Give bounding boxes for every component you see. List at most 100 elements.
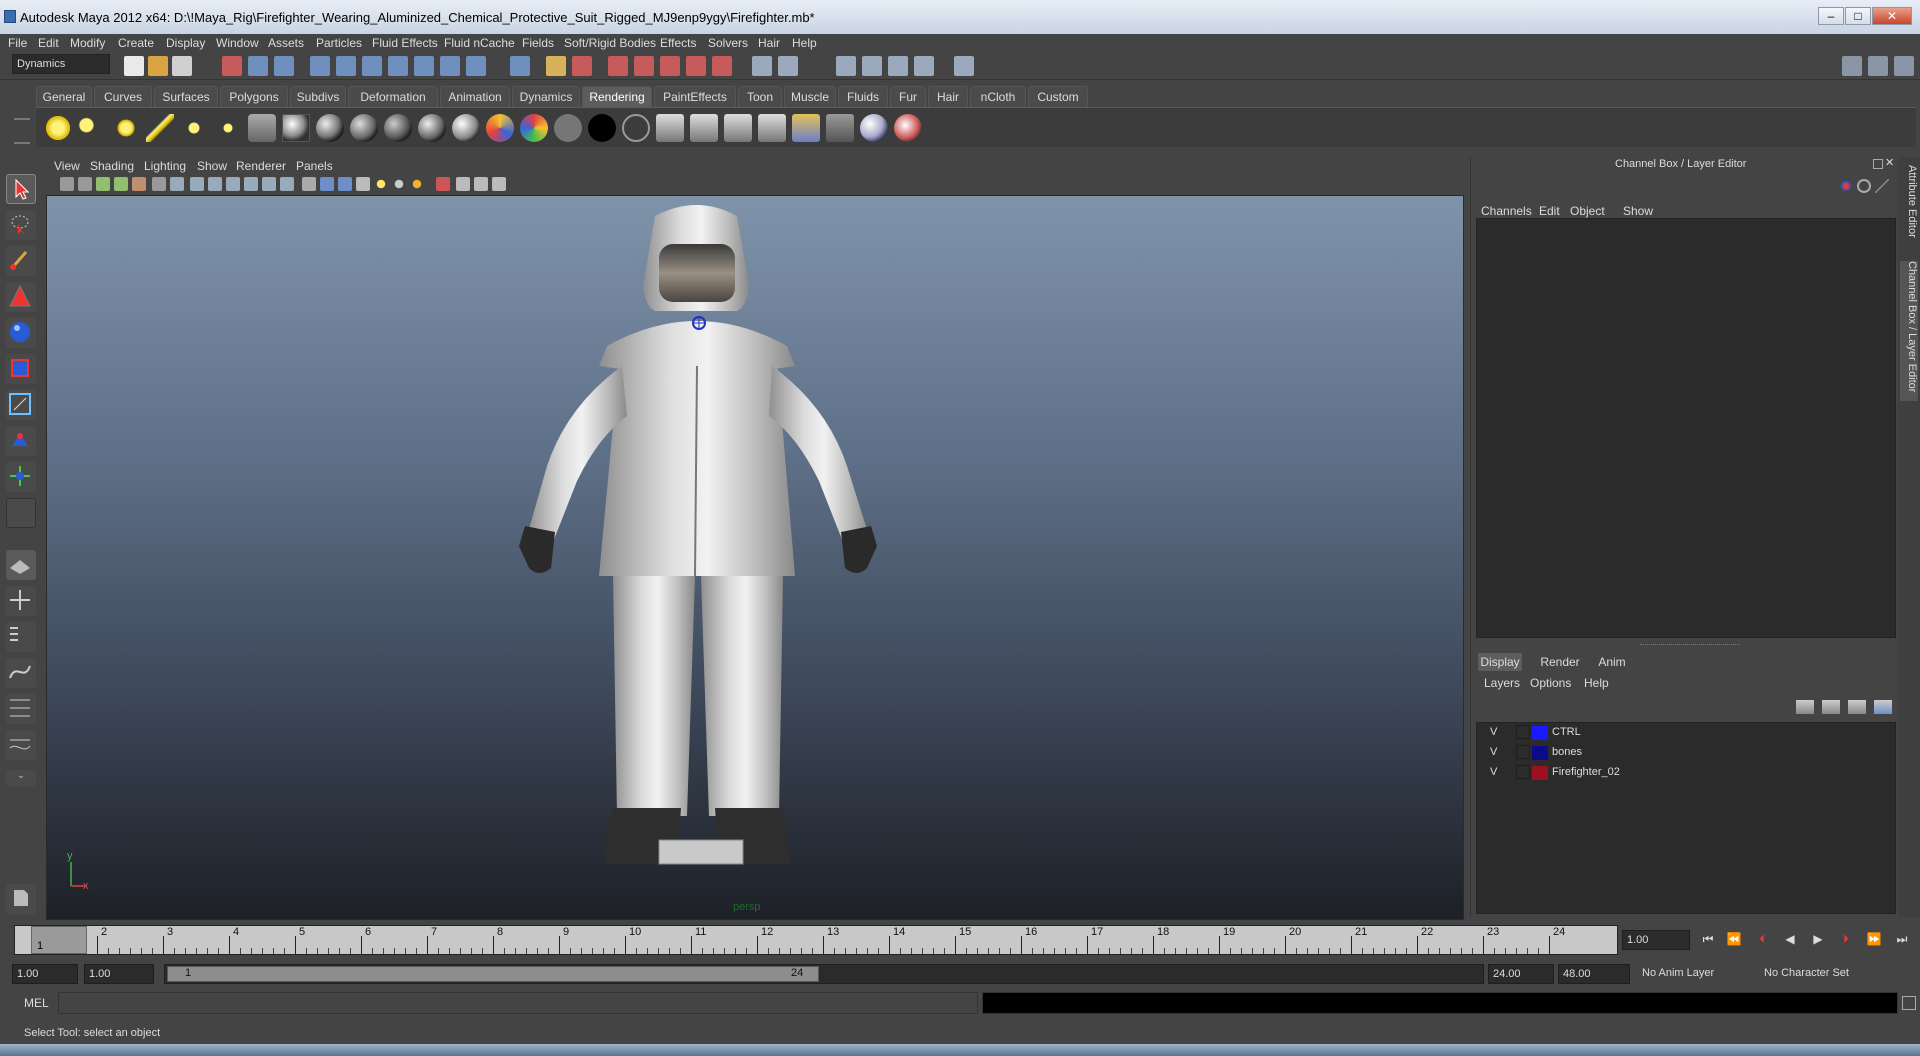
safe-title-icon[interactable] [280,177,294,191]
snap-point-icon[interactable] [362,56,382,76]
time-slider[interactable]: 123456789101112131415161718192021222324 … [14,925,1618,955]
attribute-editor-tab[interactable]: Attribute Editor [1900,165,1918,255]
single-perspective-layout-icon[interactable] [6,550,36,580]
play-forwards-button[interactable]: ▶ [1806,930,1830,948]
paint-select-tool-icon[interactable] [6,246,36,276]
viewport-menu-show[interactable]: Show [197,157,227,175]
snap-curve-icon[interactable] [336,56,356,76]
attribute-editor-icon[interactable] [1875,179,1889,193]
shelf-tab-fur[interactable]: Fur [890,86,926,107]
snap-view-plane-icon[interactable] [388,56,408,76]
layer-tab-display[interactable]: Display [1478,653,1522,671]
perspective-viewport[interactable]: y x persp [46,195,1464,920]
menu-edit[interactable]: Edit [38,34,59,52]
rotate-tool-icon[interactable] [6,318,36,348]
lock-icon[interactable] [546,56,566,76]
shading-map-icon[interactable] [622,114,650,142]
area-light-icon[interactable] [180,114,208,142]
textured-icon[interactable] [356,177,370,191]
use-all-lights-icon[interactable] [374,177,388,191]
render-view-icon[interactable] [758,114,786,142]
spot-light-icon[interactable] [146,114,174,142]
shelf-tab-subdivs[interactable]: Subdivs [290,86,346,107]
high-quality-icon[interactable] [410,177,424,191]
viewport-menu-lighting[interactable]: Lighting [144,157,186,175]
history-icon[interactable] [440,56,460,76]
phong-e-icon[interactable] [418,114,446,142]
layer-row[interactable]: V Firefighter_02 [1480,764,1890,782]
ambient-light-icon[interactable] [44,114,72,142]
shelf-tab-animation[interactable]: Animation [440,86,510,107]
shelf-tab-curves[interactable]: Curves [94,86,152,107]
close-button[interactable]: ✕ [1872,7,1912,25]
show-channel-box-icon[interactable] [1894,56,1914,76]
shelf-tab-hair[interactable]: Hair [928,86,968,107]
step-back-key-button[interactable]: ⏪ [1722,930,1746,948]
mental-ray-icon[interactable] [860,114,888,142]
scale-tool-icon[interactable] [6,354,36,384]
script-editor-icon[interactable] [6,884,36,914]
channel-box-tab[interactable]: Channel Box / Layer Editor [1900,261,1918,401]
layer-color-swatch[interactable] [1532,766,1548,780]
use-background-icon[interactable] [588,114,616,142]
float-panel-icon[interactable] [1873,159,1883,169]
render-sphere-icon[interactable] [282,114,310,142]
layers-menu[interactable]: Layers [1484,674,1520,692]
layer-color-swatch[interactable] [1532,726,1548,740]
menu-set-dropdown[interactable]: Dynamics [12,54,110,74]
playback-end-field[interactable]: 24.00 [1488,964,1554,984]
xray-icon[interactable] [456,177,470,191]
menu-file[interactable]: File [8,34,27,52]
layer-row[interactable]: V bones [1480,744,1890,762]
bookmarks-icon[interactable] [96,177,110,191]
resolution-gate-icon[interactable] [208,177,222,191]
command-input[interactable] [58,992,978,1014]
viewport-menu-view[interactable]: View [54,157,80,175]
layer-color-swatch[interactable] [1532,746,1548,760]
panel-splitter[interactable] [1640,644,1740,645]
lambert-icon[interactable] [350,114,378,142]
viewport-menu-renderer[interactable]: Renderer [236,157,286,175]
magnet-live-icon[interactable] [712,56,732,76]
shelf-tab-dynamics[interactable]: Dynamics [512,86,580,107]
dope-sheet-layout-icon[interactable] [6,730,36,760]
universal-manipulator-icon[interactable] [6,390,36,420]
four-view-layout-icon[interactable] [6,586,36,616]
close-panel-icon[interactable]: ✕ [1885,157,1897,169]
character-set-dropdown[interactable]: No Character Set [1760,964,1894,984]
2d-pan-zoom-icon[interactable] [132,177,146,191]
magnet-point-icon[interactable] [660,56,680,76]
grid-icon[interactable] [170,177,184,191]
construction-history-icon[interactable] [778,56,798,76]
wireframe-icon[interactable] [302,177,316,191]
help-icon[interactable] [510,56,530,76]
xray-joints-icon[interactable] [474,177,488,191]
options-menu[interactable]: Options [1530,674,1571,692]
gate-mask-icon[interactable] [226,177,240,191]
shelf-menu-icon[interactable] [14,118,30,144]
render-layer-icon[interactable] [826,114,854,142]
step-back-frame-button[interactable]: ⏴ [1750,930,1774,948]
new-layer-icon[interactable] [1796,700,1814,714]
directional-light-icon[interactable] [78,114,106,142]
safe-action-icon[interactable] [262,177,276,191]
step-forward-key-button[interactable]: ⏩ [1862,930,1886,948]
layer-visibility-toggle[interactable]: V [1490,766,1497,778]
lasso-tool-icon[interactable] [6,210,36,240]
wireframe-on-shaded-icon[interactable] [338,177,352,191]
film-gate-icon[interactable] [190,177,204,191]
expand-toolbox-icon[interactable]: ⌄ [6,770,36,786]
select-component-icon[interactable] [274,56,294,76]
range-slider-handle[interactable] [167,966,819,982]
shelf-tab-rendering[interactable]: Rendering [582,86,652,107]
shelf-tab-muscle[interactable]: Muscle [784,86,836,107]
blinn-icon[interactable] [316,114,344,142]
paint-shader-icon[interactable] [894,114,922,142]
select-camera-icon[interactable] [60,177,74,191]
menu-solvers[interactable]: Solvers [708,34,748,52]
step-forward-frame-button[interactable]: ⏵ [1834,930,1858,948]
menu-particles[interactable]: Particles [316,34,362,52]
new-scene-icon[interactable] [124,56,144,76]
select-highlight-icon[interactable] [572,56,592,76]
layer-template-toggle[interactable] [1516,725,1530,739]
